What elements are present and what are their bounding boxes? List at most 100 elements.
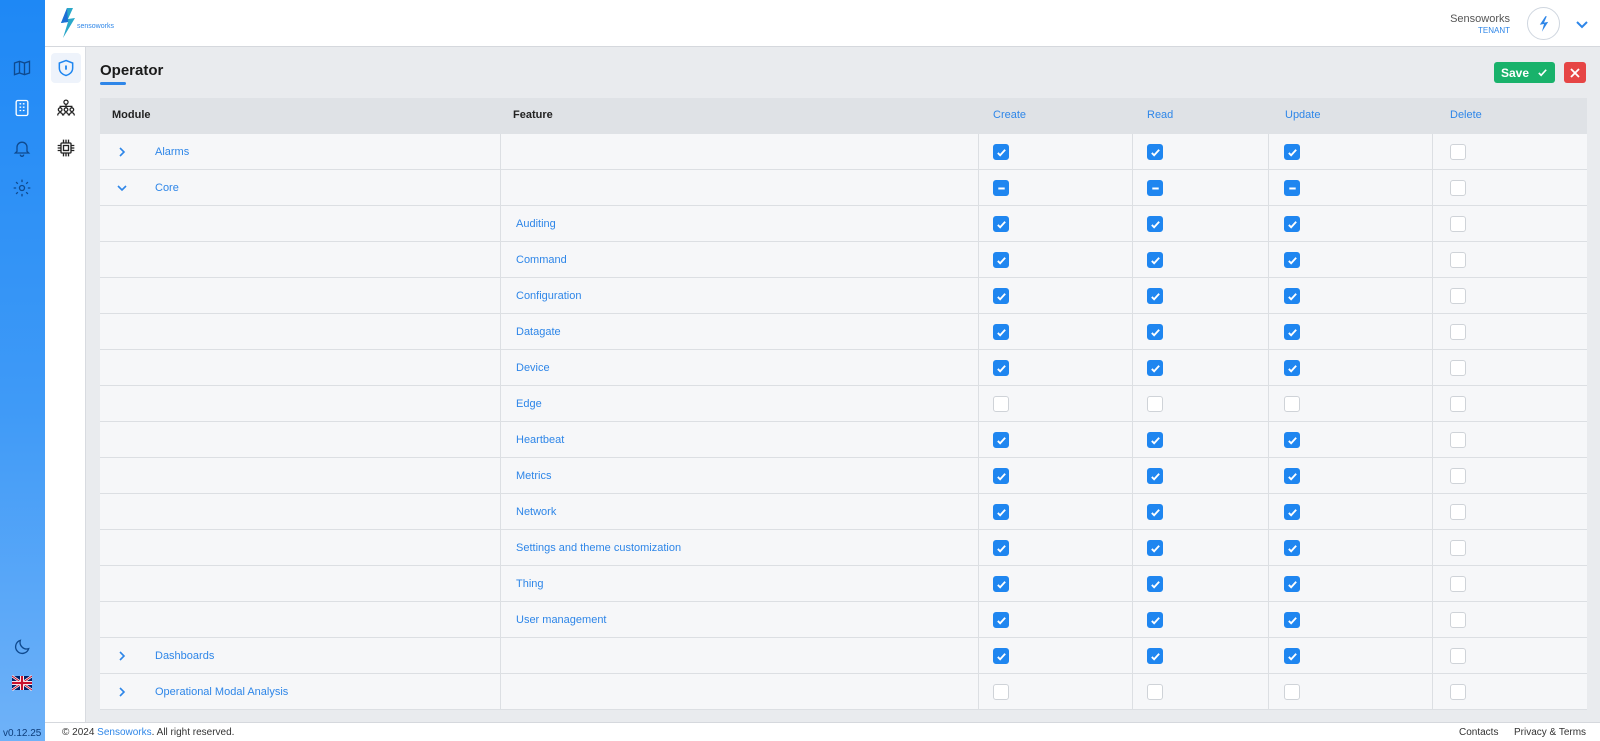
moon-icon[interactable] xyxy=(11,636,33,658)
read-checkbox[interactable] xyxy=(1147,432,1163,448)
create-checkbox[interactable] xyxy=(993,324,1009,340)
create-checkbox[interactable] xyxy=(993,540,1009,556)
company-link[interactable]: Sensoworks xyxy=(97,727,151,738)
delete-checkbox[interactable] xyxy=(1450,288,1466,304)
delete-checkbox[interactable] xyxy=(1450,216,1466,232)
close-button[interactable] xyxy=(1564,62,1586,83)
read-checkbox[interactable] xyxy=(1147,216,1163,232)
update-checkbox[interactable] xyxy=(1284,324,1300,340)
module-name[interactable]: Dashboards xyxy=(155,650,214,662)
create-checkbox[interactable] xyxy=(993,612,1009,628)
update-checkbox[interactable] xyxy=(1284,144,1300,160)
delete-checkbox[interactable] xyxy=(1450,612,1466,628)
create-checkbox[interactable] xyxy=(993,144,1009,160)
gear-icon[interactable] xyxy=(11,177,33,199)
update-checkbox[interactable] xyxy=(1284,684,1300,700)
delete-checkbox[interactable] xyxy=(1450,576,1466,592)
sensoworks-logo[interactable]: sensoworks xyxy=(55,6,115,40)
read-checkbox[interactable] xyxy=(1147,504,1163,520)
update-checkbox[interactable] xyxy=(1284,468,1300,484)
update-checkbox[interactable] xyxy=(1284,648,1300,664)
chevron-right-icon[interactable] xyxy=(115,685,129,699)
update-checkbox[interactable] xyxy=(1284,540,1300,556)
column-read[interactable]: Read xyxy=(1147,109,1173,121)
bell-icon[interactable] xyxy=(11,137,33,159)
column-create[interactable]: Create xyxy=(993,109,1026,121)
read-checkbox[interactable] xyxy=(1147,648,1163,664)
read-checkbox[interactable] xyxy=(1147,684,1163,700)
delete-checkbox[interactable] xyxy=(1450,252,1466,268)
read-checkbox[interactable] xyxy=(1147,576,1163,592)
delete-checkbox[interactable] xyxy=(1450,648,1466,664)
module-name[interactable]: Core xyxy=(155,182,179,194)
update-checkbox[interactable] xyxy=(1284,396,1300,412)
cell-divider xyxy=(500,278,501,313)
read-checkbox[interactable] xyxy=(1147,396,1163,412)
module-name[interactable]: Alarms xyxy=(155,146,189,158)
create-checkbox[interactable] xyxy=(993,216,1009,232)
create-checkbox[interactable] xyxy=(993,252,1009,268)
column-update[interactable]: Update xyxy=(1285,109,1320,121)
avatar[interactable] xyxy=(1527,7,1560,40)
delete-checkbox[interactable] xyxy=(1450,684,1466,700)
read-checkbox[interactable] xyxy=(1147,360,1163,376)
read-checkbox[interactable] xyxy=(1147,144,1163,160)
delete-checkbox[interactable] xyxy=(1450,504,1466,520)
create-checkbox[interactable] xyxy=(993,468,1009,484)
feature-name: Command xyxy=(516,254,567,266)
update-checkbox[interactable] xyxy=(1284,612,1300,628)
chevron-down-icon[interactable] xyxy=(115,181,129,195)
cell-divider xyxy=(1432,494,1433,529)
update-checkbox[interactable] xyxy=(1284,216,1300,232)
create-checkbox[interactable] xyxy=(993,360,1009,376)
update-checkbox[interactable] xyxy=(1284,432,1300,448)
feature-row: Network xyxy=(100,494,1587,530)
contacts-link[interactable]: Contacts xyxy=(1459,727,1498,738)
delete-checkbox[interactable] xyxy=(1450,144,1466,160)
update-checkbox[interactable] xyxy=(1284,252,1300,268)
create-checkbox[interactable] xyxy=(993,648,1009,664)
delete-checkbox[interactable] xyxy=(1450,540,1466,556)
users-icon[interactable] xyxy=(55,97,77,119)
create-checkbox[interactable] xyxy=(993,180,1009,196)
read-checkbox[interactable] xyxy=(1147,324,1163,340)
update-checkbox[interactable] xyxy=(1284,576,1300,592)
save-button[interactable]: Save xyxy=(1494,62,1555,83)
update-checkbox[interactable] xyxy=(1284,504,1300,520)
read-checkbox[interactable] xyxy=(1147,180,1163,196)
update-checkbox[interactable] xyxy=(1284,180,1300,196)
chip-icon[interactable] xyxy=(55,137,77,159)
update-checkbox[interactable] xyxy=(1284,288,1300,304)
read-checkbox[interactable] xyxy=(1147,540,1163,556)
column-delete[interactable]: Delete xyxy=(1450,109,1482,121)
map-icon[interactable] xyxy=(11,57,33,79)
delete-checkbox[interactable] xyxy=(1450,396,1466,412)
read-checkbox[interactable] xyxy=(1147,468,1163,484)
update-checkbox[interactable] xyxy=(1284,360,1300,376)
module-name[interactable]: Operational Modal Analysis xyxy=(155,686,288,698)
cell-divider xyxy=(1432,134,1433,169)
delete-checkbox[interactable] xyxy=(1450,324,1466,340)
create-checkbox[interactable] xyxy=(993,576,1009,592)
delete-checkbox[interactable] xyxy=(1450,180,1466,196)
uk-flag-icon[interactable] xyxy=(11,672,33,694)
create-checkbox[interactable] xyxy=(993,432,1009,448)
create-checkbox[interactable] xyxy=(993,396,1009,412)
shield-icon[interactable] xyxy=(51,53,81,83)
chevron-right-icon[interactable] xyxy=(115,649,129,663)
privacy-link[interactable]: Privacy & Terms xyxy=(1514,727,1586,738)
check-icon xyxy=(1287,616,1297,625)
delete-checkbox[interactable] xyxy=(1450,432,1466,448)
create-checkbox[interactable] xyxy=(993,684,1009,700)
create-checkbox[interactable] xyxy=(993,288,1009,304)
delete-checkbox[interactable] xyxy=(1450,360,1466,376)
read-checkbox[interactable] xyxy=(1147,288,1163,304)
create-checkbox[interactable] xyxy=(993,504,1009,520)
feature-name: Settings and theme customization xyxy=(516,542,682,554)
delete-checkbox[interactable] xyxy=(1450,468,1466,484)
read-checkbox[interactable] xyxy=(1147,252,1163,268)
read-checkbox[interactable] xyxy=(1147,612,1163,628)
building-icon[interactable] xyxy=(11,97,33,119)
chevron-right-icon[interactable] xyxy=(115,145,129,159)
chevron-down-icon[interactable] xyxy=(1574,16,1590,32)
